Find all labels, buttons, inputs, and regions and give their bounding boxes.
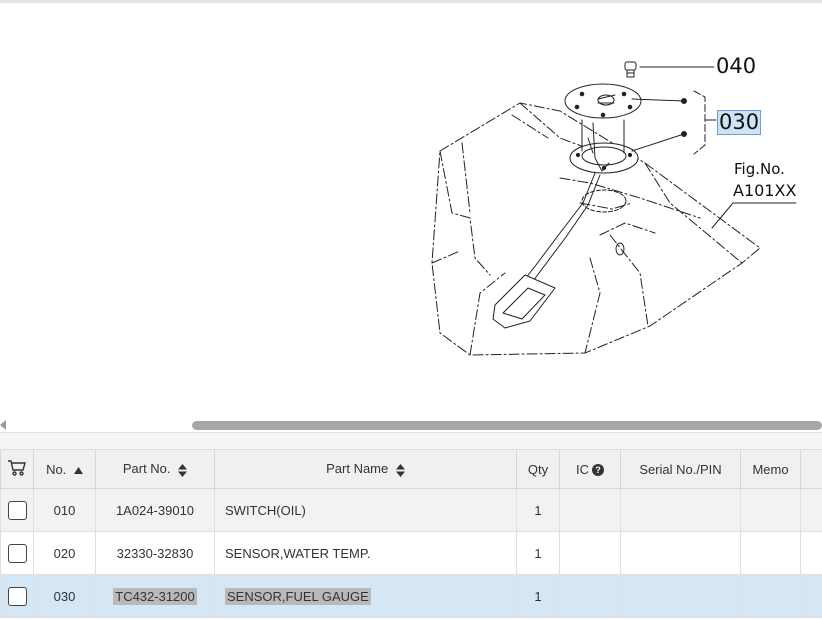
cell-part-name: SENSOR,WATER TEMP. bbox=[214, 531, 517, 575]
sort-icon bbox=[395, 463, 405, 477]
cell-qty: 1 bbox=[516, 531, 560, 575]
callout-040[interactable]: 040 bbox=[716, 56, 756, 77]
cell-serial bbox=[620, 574, 741, 618]
row-checkbox-cell bbox=[0, 488, 34, 532]
parts-diagram[interactable]: 040 030 Fig.No. A101XX bbox=[0, 3, 822, 418]
cell-memo bbox=[740, 488, 801, 532]
row-checkbox-cell bbox=[0, 531, 34, 575]
cell-part-no[interactable]: 1A024-39010 bbox=[95, 488, 215, 532]
cart-icon bbox=[8, 459, 26, 476]
cell-part-no[interactable]: TC432-31200 bbox=[95, 574, 215, 618]
header-memo: Memo bbox=[740, 449, 801, 489]
row-checkbox-cell bbox=[0, 574, 34, 618]
highlighted-part-name: SENSOR,FUEL GAUGE bbox=[225, 587, 371, 605]
header-qty: Qty bbox=[516, 449, 560, 489]
header-ic: IC? bbox=[559, 449, 621, 489]
row-checkbox[interactable] bbox=[7, 586, 27, 606]
cell-memo bbox=[740, 531, 801, 575]
parts-table: No. Part No. Part Name Qty IC? Serial No… bbox=[0, 449, 822, 618]
header-part-name[interactable]: Part Name bbox=[214, 449, 517, 489]
cell-serial bbox=[620, 488, 741, 532]
cell-no: 030 bbox=[33, 574, 96, 618]
scrollbar-thumb[interactable] bbox=[192, 421, 822, 430]
cell-ic bbox=[559, 488, 621, 532]
header-no[interactable]: No. bbox=[33, 449, 96, 489]
fuel-tank-illustration bbox=[431, 61, 797, 356]
cell-ic bbox=[559, 531, 621, 575]
table-header-row: No. Part No. Part Name Qty IC? Serial No… bbox=[0, 449, 822, 489]
figure-code: A101XX bbox=[733, 181, 797, 200]
cell-extra bbox=[800, 574, 822, 618]
highlighted-part-no: TC432-31200 bbox=[113, 587, 197, 605]
table-row[interactable]: 010 1A024-39010 SWITCH(OIL) 1 bbox=[0, 488, 822, 532]
cell-qty: 1 bbox=[516, 574, 560, 618]
sort-icon bbox=[178, 463, 188, 477]
row-checkbox[interactable] bbox=[7, 500, 27, 520]
sort-ascending-icon bbox=[73, 466, 83, 474]
cell-extra bbox=[800, 531, 822, 575]
help-icon[interactable]: ? bbox=[592, 464, 604, 477]
cell-extra bbox=[800, 488, 822, 532]
cell-part-name: SWITCH(OIL) bbox=[214, 488, 517, 532]
row-checkbox[interactable] bbox=[7, 543, 27, 563]
table-row[interactable]: 020 32330-32830 SENSOR,WATER TEMP. 1 bbox=[0, 531, 822, 575]
cell-qty: 1 bbox=[516, 488, 560, 532]
section-divider bbox=[0, 432, 822, 449]
diagram-horizontal-scrollbar[interactable] bbox=[0, 418, 822, 432]
cell-ic bbox=[559, 574, 621, 618]
figure-label: Fig.No. bbox=[734, 160, 785, 178]
scroll-left-arrow-icon[interactable] bbox=[0, 420, 6, 430]
header-cart[interactable] bbox=[0, 449, 34, 489]
header-extra bbox=[800, 449, 822, 489]
cell-no: 020 bbox=[33, 531, 96, 575]
cell-part-no[interactable]: 32330-32830 bbox=[95, 531, 215, 575]
callout-030[interactable]: 030 bbox=[716, 110, 762, 135]
cell-memo bbox=[740, 574, 801, 618]
table-row-selected[interactable]: 030 TC432-31200 SENSOR,FUEL GAUGE 1 bbox=[0, 574, 822, 618]
cell-no: 010 bbox=[33, 488, 96, 532]
cell-part-name: SENSOR,FUEL GAUGE bbox=[214, 574, 517, 618]
header-part-no[interactable]: Part No. bbox=[95, 449, 215, 489]
header-serial: Serial No./PIN bbox=[620, 449, 741, 489]
cell-serial bbox=[620, 531, 741, 575]
